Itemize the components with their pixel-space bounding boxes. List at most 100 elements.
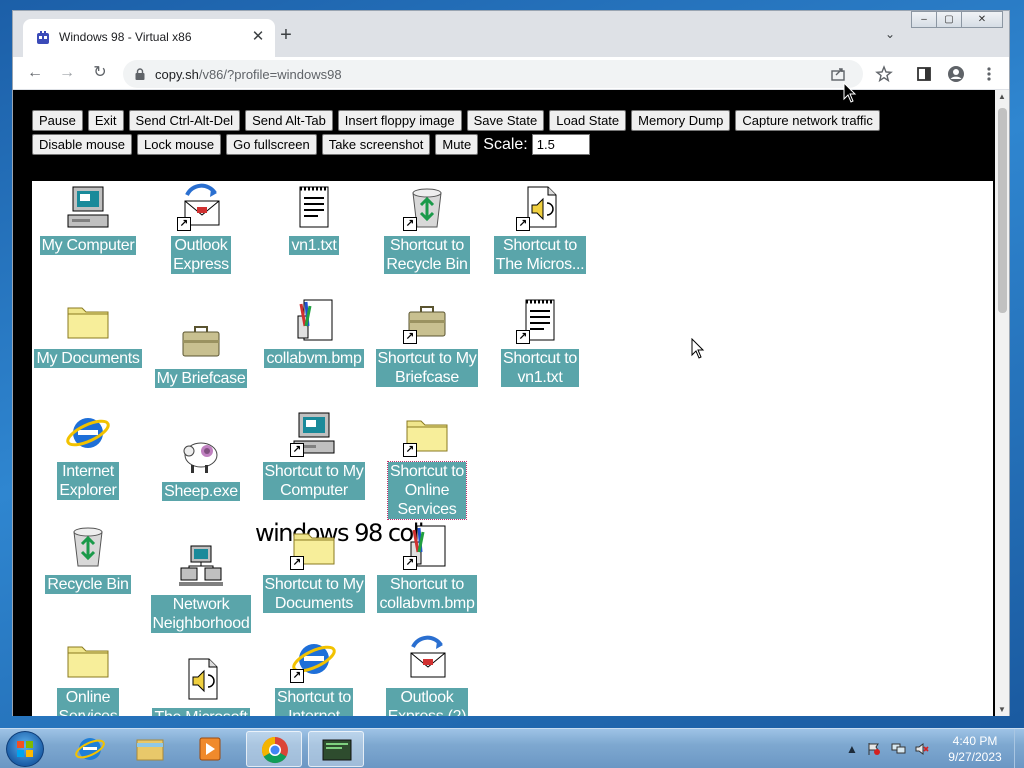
outlook-express-icon	[410, 635, 446, 678]
desktop-icon-label: Internet Explorer	[57, 462, 119, 500]
scroll-down-icon[interactable]: ▼	[997, 705, 1007, 714]
shortcut-arrow-icon: ↗	[516, 330, 530, 344]
folder-icon	[67, 646, 109, 678]
mute-button[interactable]: Mute	[435, 134, 479, 155]
memory-dump-button[interactable]: Memory Dump	[631, 110, 731, 131]
taskbar-explorer[interactable]	[122, 731, 178, 767]
load-state-button[interactable]: Load State	[549, 110, 627, 131]
send-ctrl-alt-del-button[interactable]: Send Ctrl-Alt-Del	[128, 110, 241, 131]
sheep-icon	[183, 442, 218, 473]
desktop-icon-label-line: Online	[404, 482, 450, 499]
disable-mouse-button[interactable]: Disable mouse	[32, 134, 132, 155]
volume-muted-icon[interactable]	[914, 742, 930, 756]
new-tab-button[interactable]: +	[275, 25, 297, 47]
desktop-icon-vn1-txt[interactable]: vn1.txt	[254, 183, 374, 255]
exit-button[interactable]: Exit	[87, 110, 124, 131]
tab-close-icon[interactable]: ✕	[249, 28, 267, 46]
desktop-icon-label-line: The Microsoft	[154, 708, 247, 716]
pause-button[interactable]: Pause	[32, 110, 83, 131]
desktop-icon-shortcut-to-online-services[interactable]: ↗ Shortcut to Online Services	[367, 409, 487, 520]
desktop-icon-label-line: Network	[172, 596, 230, 613]
network-icon[interactable]	[890, 742, 906, 756]
desktop-icon-shortcut-to-internet[interactable]: ↗ Shortcut toInternet	[254, 635, 374, 716]
save-state-button[interactable]: Save State	[466, 110, 545, 131]
desktop-icon-label-line: Shortcut to	[502, 237, 578, 254]
page-scrollbar[interactable]: ▲ ▼	[995, 90, 1009, 716]
lock-icon	[135, 68, 145, 80]
show-hidden-icons-icon[interactable]: ▲	[844, 742, 860, 756]
windows98-screen[interactable]: windows 98 colla My Computer ↗ Outlook Expr…	[32, 181, 993, 716]
insert-floppy-image-button[interactable]: Insert floppy image	[337, 110, 462, 131]
lock-mouse-button[interactable]: Lock mouse	[137, 134, 222, 155]
capture-network-traffic-button[interactable]: Capture network traffic	[735, 110, 880, 131]
desktop-icon-shortcut-to-my-computer[interactable]: ↗ Shortcut to My Computer	[254, 409, 374, 500]
taskbar-internet-explorer[interactable]	[62, 731, 118, 767]
desktop-icon-label: The Microsoft	[152, 708, 250, 716]
shortcut-arrow-icon: ↗	[403, 217, 417, 231]
desktop-icon-collabvm-bmp[interactable]: collabvm.bmp	[254, 296, 374, 368]
star-icon[interactable]	[875, 65, 893, 83]
desktop-icon-my-computer[interactable]: My Computer	[32, 183, 148, 255]
scroll-thumb[interactable]	[998, 108, 1007, 313]
desktop-icon-label: Shortcut to collabvm.bmp	[377, 575, 477, 613]
side-panel-icon[interactable]	[915, 65, 933, 83]
start-button[interactable]	[6, 731, 44, 767]
back-button[interactable]: ←	[23, 61, 47, 85]
show-desktop-button[interactable]	[1014, 729, 1024, 768]
desktop-icon-shortcut-to-the-micros[interactable]: ↗ Shortcut to The Micros...	[480, 183, 600, 274]
desktop-icon-recycle-bin[interactable]: Recycle Bin	[32, 522, 148, 594]
desktop-icon-the-microsoft[interactable]: The Microsoft	[141, 655, 261, 716]
desktop-icon-network-neighborhood[interactable]: Network Neighborhood	[141, 542, 261, 633]
desktop-icon-label-line: Internet	[62, 463, 114, 480]
browser-tab[interactable]: Windows 98 - Virtual x86 ✕	[23, 19, 275, 57]
clock-date: 9/27/2023	[948, 750, 1002, 764]
send-alt-tab-button[interactable]: Send Alt-Tab	[245, 110, 333, 131]
profile-icon[interactable]	[947, 65, 965, 83]
desktop-icon-internet-explorer[interactable]: Internet Explorer	[32, 409, 148, 500]
close-window-button[interactable]: ✕	[961, 11, 1003, 28]
clock[interactable]: 4:40 PM 9/27/2023	[940, 733, 1010, 765]
reload-button[interactable]: ↻	[88, 61, 112, 85]
network-icon	[179, 545, 223, 586]
menu-icon[interactable]	[980, 65, 998, 83]
desktop-icon-shortcut-to-my-documents[interactable]: ↗ Shortcut to My Documents	[254, 522, 374, 613]
taskbar-media-player[interactable]	[182, 731, 238, 767]
windows-logo-icon	[17, 741, 33, 757]
desktop-icon-online-services[interactable]: OnlineServices	[32, 635, 148, 716]
take-screenshot-button[interactable]: Take screenshot	[321, 134, 431, 155]
chrome-icon	[261, 736, 288, 764]
scale-input[interactable]	[531, 134, 590, 155]
action-center-flag-icon[interactable]	[866, 742, 882, 756]
scale-label: Scale:	[483, 135, 528, 153]
desktop-icon-label: Shortcut to Online Services	[386, 461, 468, 520]
desktop-icon-my-briefcase[interactable]: My Briefcase	[141, 316, 261, 388]
scroll-up-icon[interactable]: ▲	[997, 92, 1007, 101]
tab-search-chevron-icon[interactable]: ⌄	[885, 27, 895, 41]
desktop-icon-my-documents[interactable]: My Documents	[32, 296, 148, 368]
controls-row-1: Pause Exit Send Ctrl-Alt-Del Send Alt-Tab In…	[32, 110, 885, 131]
briefcase-icon	[182, 326, 220, 357]
browser-toolbar: ← → ↻ copy.sh/v86/?profile=windows98	[13, 57, 1009, 89]
desktop-icon-label: Shortcut to My Briefcase	[375, 349, 479, 387]
go-fullscreen-button[interactable]: Go fullscreen	[226, 134, 317, 155]
desktop-icon-shortcut-to-collabvm-bmp[interactable]: ↗ Shortcut to collabvm.bmp	[367, 522, 487, 613]
desktop-icon-label-line: Sheep.exe	[164, 483, 238, 500]
desktop-icon-shortcut-to-vn1-txt[interactable]: ↗ Shortcut to vn1.txt	[480, 296, 600, 387]
desktop-icon-shortcut-to-my-briefcase[interactable]: ↗ Shortcut to My Briefcase	[367, 296, 487, 387]
desktop-icon-outlook-express[interactable]: ↗ Outlook Express	[141, 183, 261, 274]
minimize-button[interactable]: –	[911, 11, 937, 28]
chrome-window: Windows 98 - Virtual x86 ✕ + ⌄ – ▢ ✕ ← →…	[12, 10, 1010, 716]
desktop-icon-label-line: Shortcut to	[389, 463, 465, 480]
taskbar-chrome[interactable]	[246, 731, 302, 767]
forward-button[interactable]: →	[55, 61, 79, 85]
taskbar-vm-app[interactable]	[308, 731, 364, 767]
desktop-icon-shortcut-to-recycle-bin[interactable]: ↗ Shortcut to Recycle Bin	[367, 183, 487, 274]
maximize-button[interactable]: ▢	[936, 11, 962, 28]
desktop-icon-label-line: Outlook	[174, 237, 228, 254]
desktop-icon-label-line: Shortcut to My	[264, 576, 364, 593]
desktop-icon-sheep-exe[interactable]: Sheep.exe	[141, 429, 261, 501]
desktop-icon-outlook-express-2[interactable]: OutlookExpress (2)	[367, 635, 487, 716]
address-bar[interactable]: copy.sh/v86/?profile=windows98	[123, 60, 863, 88]
share-icon[interactable]	[829, 65, 847, 83]
media-player-icon	[199, 737, 221, 761]
